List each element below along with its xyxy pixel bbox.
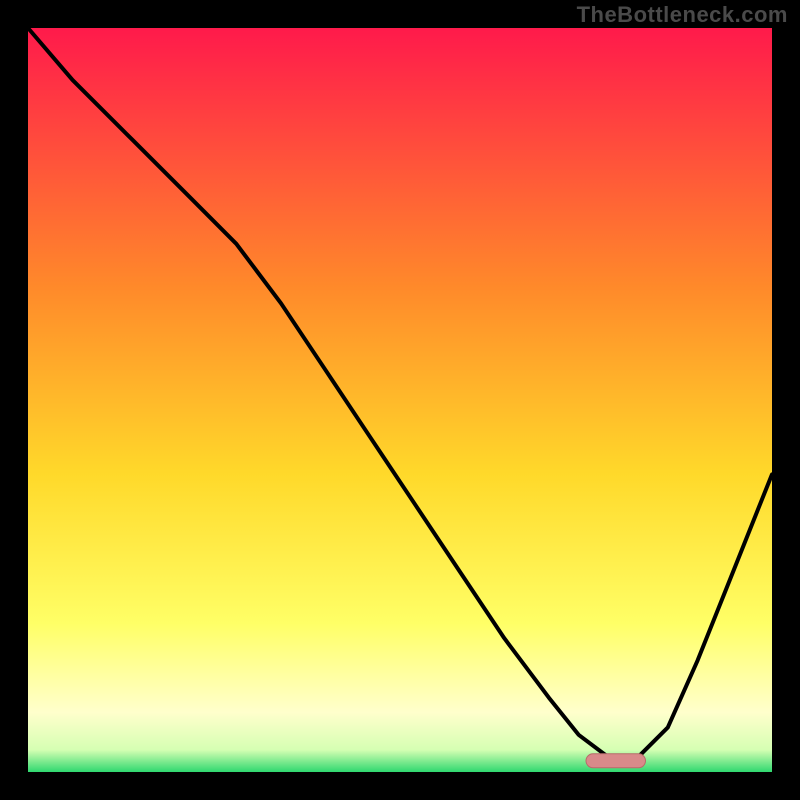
chart-frame: { "watermark": "TheBottleneck.com", "col… xyxy=(0,0,800,800)
watermark-text: TheBottleneck.com xyxy=(577,2,788,28)
plot-background xyxy=(28,28,772,772)
bottleneck-chart xyxy=(0,0,800,800)
optimal-range-marker xyxy=(586,754,646,768)
